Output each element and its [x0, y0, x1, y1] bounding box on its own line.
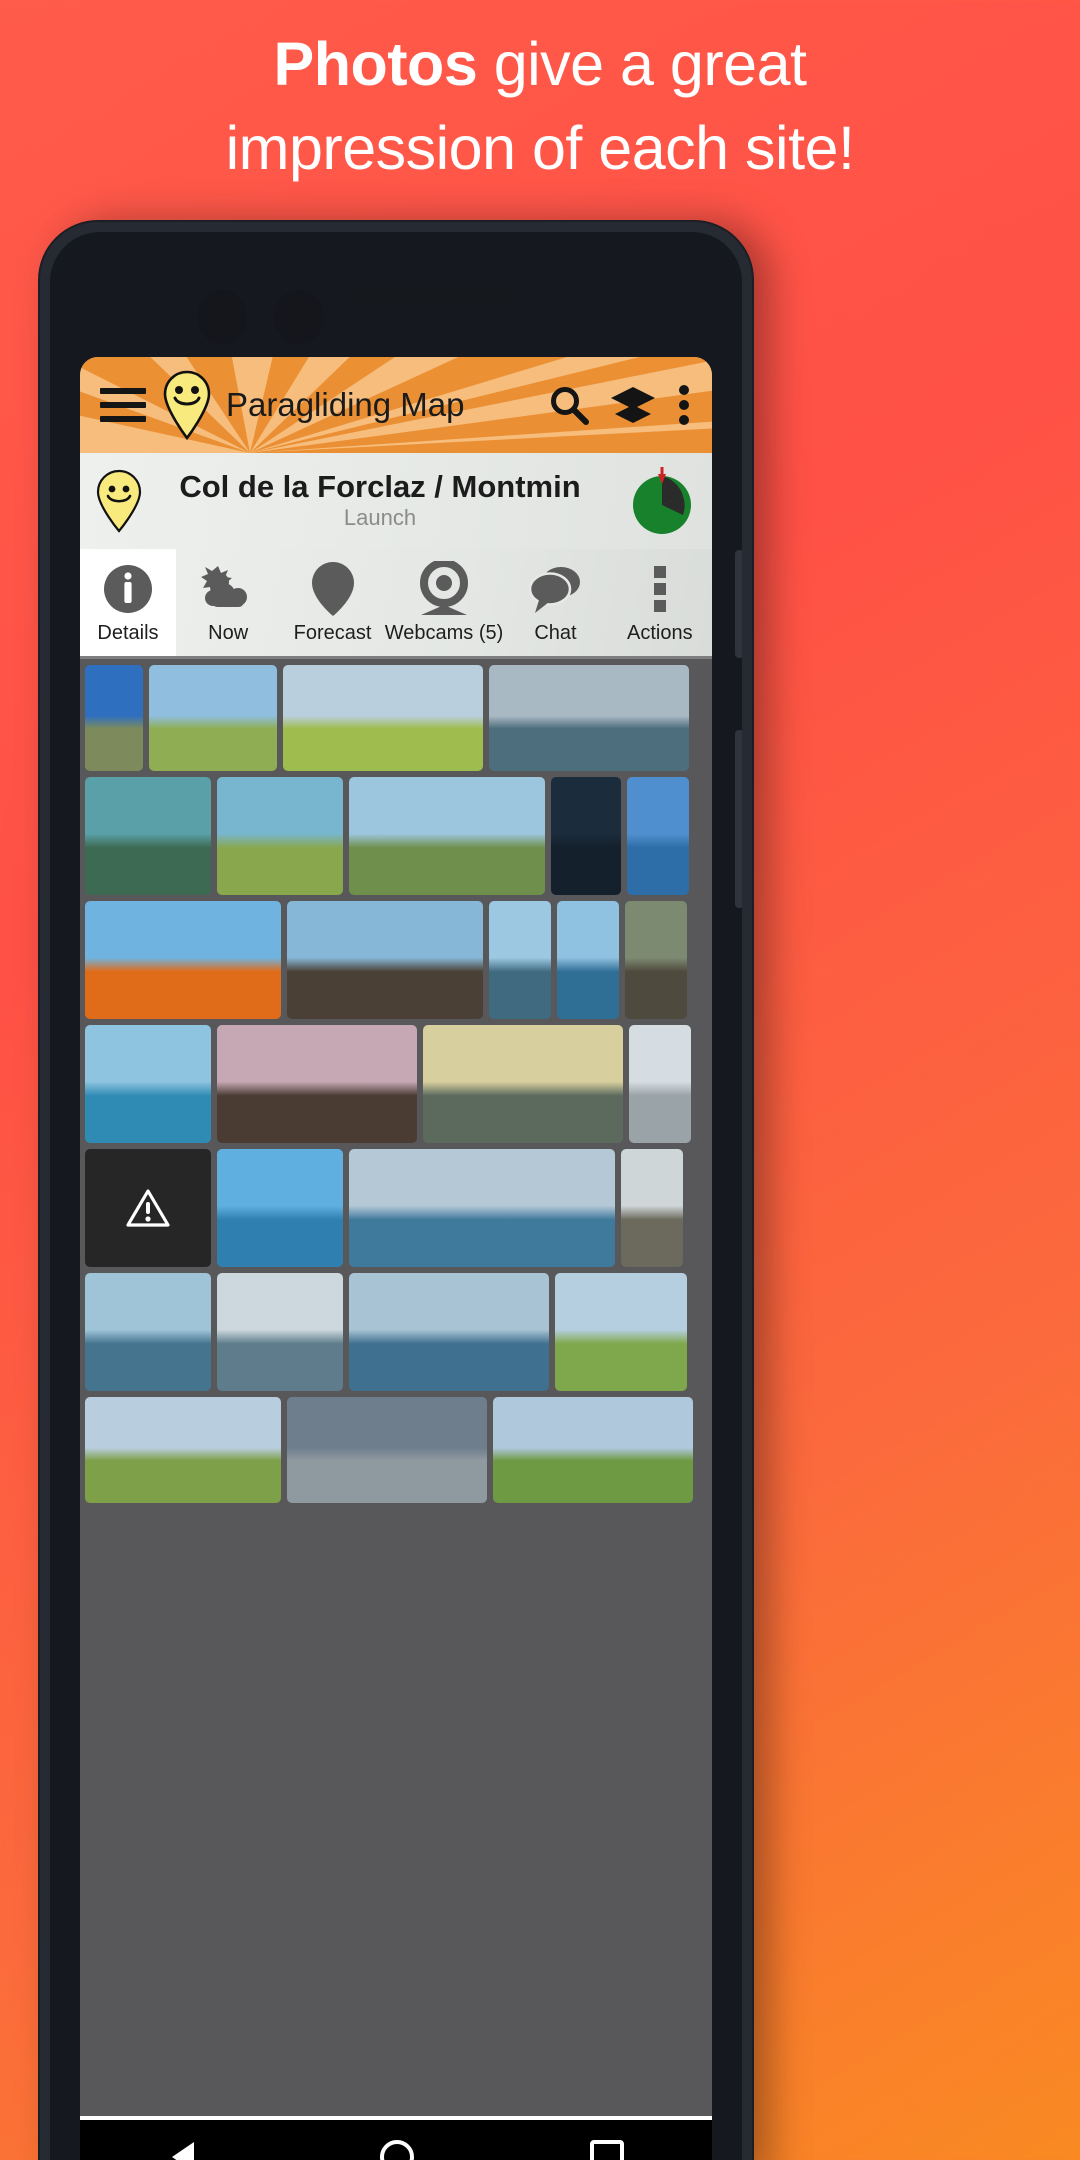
- more-vertical-icon: [652, 560, 668, 618]
- photo-thumbnail[interactable]: [493, 1397, 693, 1503]
- promo-headline-line2: impression of each site!: [225, 114, 855, 182]
- hamburger-menu-icon[interactable]: [100, 388, 146, 422]
- front-sensor-icon: [274, 290, 324, 344]
- site-header[interactable]: Col de la Forclaz / Montmin Launch: [80, 453, 712, 549]
- tab-now[interactable]: Now: [176, 549, 280, 656]
- android-navigation-bar[interactable]: [80, 2116, 712, 2160]
- photo-thumbnail[interactable]: [349, 1273, 549, 1391]
- back-triangle-icon[interactable]: [165, 2136, 207, 2160]
- photo-thumbnail[interactable]: [85, 1397, 281, 1503]
- photo-thumbnail[interactable]: [489, 901, 551, 1019]
- photo-thumbnail[interactable]: [217, 1025, 417, 1143]
- site-type: Launch: [343, 505, 417, 530]
- recents-square-icon[interactable]: [587, 2137, 627, 2160]
- tab-chat[interactable]: Chat: [503, 549, 607, 656]
- map-pin-icon: [311, 560, 355, 618]
- webcam-icon: [417, 560, 471, 618]
- site-name: Col de la Forclaz / Montmin: [179, 469, 581, 504]
- photo-thumbnail[interactable]: [85, 665, 143, 771]
- photo-thumbnail[interactable]: [625, 901, 687, 1019]
- tab-webcams-label: Webcams (5): [384, 622, 504, 644]
- photo-thumbnail[interactable]: [551, 777, 621, 895]
- tab-webcams[interactable]: Webcams (5): [384, 549, 504, 656]
- photo-thumbnail[interactable]: [85, 777, 211, 895]
- photo-row: [85, 1273, 707, 1391]
- app-toolbar: Paragliding Map: [80, 357, 712, 453]
- site-title-block: Col de la Forclaz / Montmin Launch: [134, 470, 626, 532]
- front-camera-icon: [197, 290, 247, 344]
- photo-gallery[interactable]: [80, 659, 712, 2116]
- promo-headline-bold: Photos: [273, 30, 478, 98]
- photo-thumbnail[interactable]: [629, 1025, 691, 1143]
- search-icon[interactable]: [548, 384, 590, 426]
- photo-thumbnail[interactable]: [349, 1149, 615, 1267]
- photo-thumbnail[interactable]: [627, 777, 689, 895]
- photo-thumbnail[interactable]: [557, 901, 619, 1019]
- photo-thumbnail[interactable]: [621, 1149, 683, 1267]
- photo-thumbnail[interactable]: [85, 901, 281, 1019]
- photo-thumbnail[interactable]: [85, 1025, 211, 1143]
- photo-row: [85, 777, 707, 895]
- wind-direction-rose[interactable]: [626, 465, 698, 537]
- tab-forecast[interactable]: Forecast: [280, 549, 384, 656]
- photo-error-tile[interactable]: [85, 1149, 211, 1267]
- promo-headline: Photos give a great impression of each s…: [0, 22, 1080, 190]
- home-circle-icon[interactable]: [376, 2136, 418, 2160]
- phone-bezel: Paragliding Map Col de la Forclaz / Mont…: [50, 232, 742, 2160]
- photo-thumbnail[interactable]: [489, 665, 689, 771]
- tab-forecast-label: Forecast: [293, 622, 372, 644]
- photo-thumbnail[interactable]: [217, 1273, 343, 1391]
- warning-triangle-icon: [126, 1189, 170, 1227]
- volume-button[interactable]: [735, 550, 742, 658]
- photo-thumbnail[interactable]: [149, 665, 277, 771]
- smiley-map-pin-logo[interactable]: [160, 370, 214, 440]
- app-title: Paragliding Map: [226, 386, 465, 423]
- photo-row: [85, 1149, 707, 1267]
- layers-icon[interactable]: [610, 385, 656, 425]
- photo-thumbnail[interactable]: [287, 901, 483, 1019]
- tab-actions[interactable]: Actions: [608, 549, 712, 656]
- chat-bubbles-icon: [527, 560, 583, 618]
- detail-tab-bar[interactable]: Details Now Forecast Webcams (5) Chat Ac…: [80, 549, 712, 659]
- tab-actions-label: Actions: [627, 622, 693, 644]
- sun-cloud-icon: [200, 560, 256, 618]
- earpiece-speaker: [350, 288, 522, 305]
- promo-headline-rest: give a great: [477, 30, 807, 98]
- more-vertical-icon[interactable]: [676, 384, 692, 426]
- power-button[interactable]: [735, 730, 742, 908]
- photo-thumbnail[interactable]: [217, 777, 343, 895]
- photo-thumbnail[interactable]: [423, 1025, 623, 1143]
- phone-mockup: Paragliding Map Col de la Forclaz / Mont…: [40, 222, 752, 2160]
- photo-thumbnail[interactable]: [349, 777, 545, 895]
- tab-now-label: Now: [208, 622, 249, 644]
- photo-row: [85, 901, 707, 1019]
- photo-row: [85, 1025, 707, 1143]
- photo-thumbnail[interactable]: [287, 1397, 487, 1503]
- photo-thumbnail[interactable]: [283, 665, 483, 771]
- info-circle-icon: [102, 560, 154, 618]
- photo-thumbnail[interactable]: [217, 1149, 343, 1267]
- tab-details[interactable]: Details: [80, 549, 176, 656]
- photo-thumbnail[interactable]: [85, 1273, 211, 1391]
- photo-row: [85, 1397, 707, 1503]
- phone-screen: Paragliding Map Col de la Forclaz / Mont…: [80, 357, 712, 2160]
- tab-chat-label: Chat: [534, 622, 577, 644]
- photo-thumbnail[interactable]: [555, 1273, 687, 1391]
- tab-details-label: Details: [97, 622, 159, 644]
- photo-row: [85, 665, 707, 771]
